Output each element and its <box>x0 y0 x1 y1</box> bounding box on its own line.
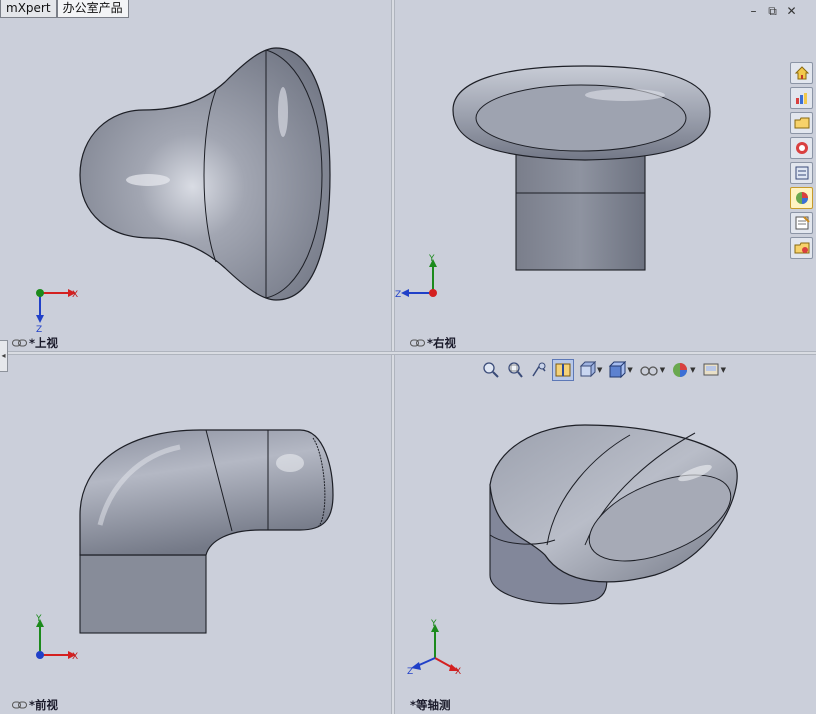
triad-axis-z: Z <box>36 325 42 335</box>
triad-front: Y X <box>35 614 78 662</box>
task-pane-file-explorer-button[interactable] <box>790 137 813 159</box>
triad-axis-x: X <box>72 652 78 662</box>
view-label-right[interactable]: *右视 <box>410 335 456 351</box>
tab-mxpert[interactable]: mXpert <box>0 0 57 18</box>
triad-isometric: Y X Z <box>407 619 461 677</box>
hide-show-items-icon <box>640 366 658 376</box>
custom-properties-icon <box>795 216 810 230</box>
view-label-text: *上视 <box>29 336 59 350</box>
model-right-view <box>452 65 711 271</box>
link-icon <box>410 339 425 347</box>
view-orientation-icon <box>579 361 596 378</box>
section-view-icon <box>555 363 571 377</box>
task-pane-view-palette-button[interactable] <box>790 162 813 184</box>
edit-appearance-icon <box>673 363 688 377</box>
viewport-front[interactable]: Y X *前视 <box>0 355 391 714</box>
task-pane-design-library-button[interactable] <box>790 112 813 134</box>
zoom-to-area-icon <box>508 362 523 378</box>
triad-axis-y: Y <box>35 614 42 624</box>
apply-scene-icon <box>703 363 719 376</box>
viewport-splitter-vertical[interactable] <box>391 0 395 714</box>
view-label-isometric[interactable]: *等轴测 <box>410 697 451 713</box>
triad-axis-x: X <box>72 290 78 300</box>
document-tabs: mXpert 办公室产品 <box>0 0 129 19</box>
previous-view-icon <box>532 362 546 377</box>
panel-collapse-handle[interactable]: ◂ <box>0 340 8 372</box>
recent-docs-icon <box>794 242 809 254</box>
view-label-text: *前视 <box>29 698 59 712</box>
section-view-button[interactable] <box>552 359 574 381</box>
triad-axis-x: X <box>455 667 461 677</box>
triad-axis-y: Y <box>428 254 435 264</box>
restore-button[interactable]: ⧉ <box>766 4 779 19</box>
hide-show-items-button[interactable]: ▼ <box>637 359 667 381</box>
resources-icon <box>795 93 807 104</box>
view-label-front[interactable]: *前视 <box>12 697 58 713</box>
zoom-to-area-button[interactable] <box>504 359 526 381</box>
viewport-right[interactable]: Y Z *右视 – ⧉ ✕ <box>395 0 816 351</box>
view-label-top[interactable]: *上视 <box>12 335 58 351</box>
tab-office-products[interactable]: 办公室产品 <box>56 0 129 18</box>
display-style-icon <box>609 361 627 379</box>
triad-axis-y: Y <box>430 619 437 629</box>
view-label-text: *右视 <box>427 336 457 350</box>
triad-axis-z: Z <box>395 290 401 300</box>
view-label-text: *等轴测 <box>410 698 451 712</box>
task-pane-recent-docs-button[interactable] <box>790 237 813 259</box>
link-icon <box>12 701 27 709</box>
appearances-icon <box>795 192 808 204</box>
design-library-icon <box>794 117 809 129</box>
zoom-to-fit-button[interactable] <box>480 359 502 381</box>
display-style-button[interactable]: ▼ <box>606 359 634 381</box>
task-pane-appearances-button[interactable] <box>790 187 813 209</box>
viewport-isometric[interactable]: Y X Z *等轴测 <box>395 355 816 714</box>
file-explorer-icon <box>795 142 808 154</box>
edit-appearance-button[interactable]: ▼ <box>669 359 697 381</box>
task-pane-home-button[interactable] <box>790 62 813 84</box>
heads-up-view-toolbar: ▼ ▼ ▼ ▼ ▼ <box>480 359 728 381</box>
triad-axis-z: Z <box>407 667 413 677</box>
view-palette-icon <box>795 166 808 180</box>
triad-right: Y Z <box>395 254 437 300</box>
task-pane-resources-button[interactable] <box>790 87 813 109</box>
viewport-splitter-horizontal[interactable] <box>0 351 816 355</box>
triad-top: X Z <box>36 289 78 335</box>
viewport-window-controls: – ⧉ ✕ <box>747 4 798 19</box>
previous-view-button[interactable] <box>528 359 550 381</box>
apply-scene-button[interactable]: ▼ <box>700 359 728 381</box>
task-pane <box>790 62 814 262</box>
task-pane-custom-properties-button[interactable] <box>790 212 813 234</box>
home-icon <box>794 66 809 80</box>
zoom-to-fit-icon <box>483 362 499 378</box>
link-icon <box>12 339 27 347</box>
close-button[interactable]: ✕ <box>785 4 798 19</box>
minimize-button[interactable]: – <box>747 4 760 19</box>
view-orientation-button[interactable]: ▼ <box>576 359 604 381</box>
viewport-top[interactable]: X Z *上视 <box>0 0 391 351</box>
